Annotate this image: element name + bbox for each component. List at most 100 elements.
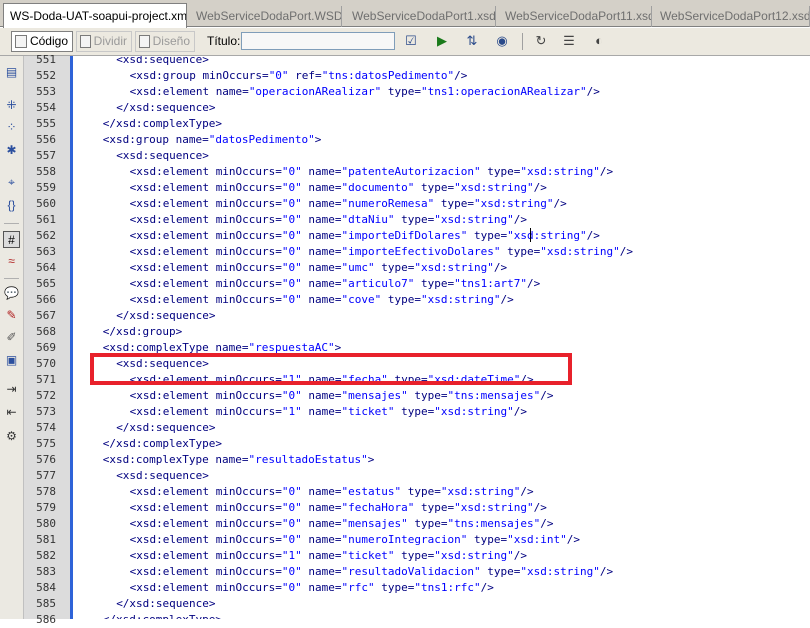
code-line[interactable]: <xsd:element minOccurs="0" name="patente…	[130, 164, 614, 180]
xml-tag: <xsd:complexType	[102, 453, 216, 466]
code-line[interactable]: <xsd:element minOccurs="1" name="ticket"…	[130, 404, 527, 420]
xml-tag: />	[527, 277, 541, 290]
code-line[interactable]: <xsd:element minOccurs="0" name="estatus…	[130, 484, 534, 500]
attribute-name: type=	[467, 533, 508, 546]
tab-webservicedodaport11-xsd[interactable]: WebServiceDodaPort11.xsd	[499, 6, 652, 27]
select-parent-tag-icon[interactable]: ⌖	[3, 174, 20, 191]
code-editor[interactable]: <xsd:sequence> <xsd:group minOccurs="0" r…	[76, 56, 810, 619]
code-line[interactable]: <xsd:group name="datosPedimento">	[103, 132, 322, 148]
code-line[interactable]: </xsd:complexType>	[103, 436, 222, 452]
outdent-code-icon[interactable]: ⇤	[3, 404, 20, 421]
design-view-button[interactable]: Diseño	[135, 31, 195, 52]
code-line[interactable]: <xsd:element minOccurs="0" name="resulta…	[130, 564, 614, 580]
xml-tag: <xsd:sequence>	[116, 56, 209, 66]
line-numbers-icon[interactable]: #	[3, 231, 20, 248]
code-line[interactable]: <xsd:element minOccurs="0" name="mensaje…	[130, 516, 554, 532]
code-view-button[interactable]: Código	[11, 31, 73, 52]
format-source-code-icon[interactable]: ⚙	[3, 428, 20, 445]
xml-tag: <xsd:element	[129, 405, 216, 418]
xml-tag: />	[533, 501, 547, 514]
balance-braces-icon[interactable]: {}	[3, 197, 20, 214]
open-documents-icon[interactable]: ▤	[3, 64, 20, 81]
visual-aids-icon[interactable]: ◐	[590, 33, 608, 49]
indent-code-icon[interactable]: ⇥	[3, 381, 20, 398]
line-number: 568	[36, 325, 56, 338]
xml-tag: <xsd:element	[129, 181, 216, 194]
attribute-name: name=	[301, 485, 342, 498]
attribute-value: "xsd:string"	[434, 405, 514, 418]
attribute-name: type=	[381, 293, 422, 306]
check-validate-icon[interactable]: ☑	[402, 33, 420, 49]
code-line[interactable]: <xsd:element minOccurs="0" name="umc" ty…	[130, 260, 508, 276]
wrap-tag-icon[interactable]: ✐	[3, 329, 20, 346]
text-cursor	[530, 228, 531, 242]
code-line[interactable]: <xsd:complexType name="resultadoEstatus"…	[103, 452, 375, 468]
title-input[interactable]	[241, 32, 395, 50]
code-line[interactable]: <xsd:element minOccurs="0" name="numeroR…	[130, 196, 567, 212]
xml-tag: </xsd:sequence>	[116, 421, 216, 434]
code-line[interactable]: <xsd:element minOccurs="0" name="articul…	[130, 276, 541, 292]
code-line[interactable]: <xsd:element minOccurs="0" name="importe…	[130, 244, 633, 260]
line-number: 556	[36, 133, 56, 146]
code-view-icon	[15, 35, 27, 48]
collapse-selection-icon[interactable]: ⁘	[3, 119, 20, 136]
attribute-name: name=	[301, 549, 342, 562]
code-line[interactable]: </xsd:complexType>	[103, 116, 222, 132]
code-line[interactable]: <xsd:element minOccurs="0" name="documen…	[130, 180, 547, 196]
recent-snippets-icon[interactable]: ▣	[3, 352, 20, 369]
preview-debug-icon[interactable]: ▶	[433, 33, 451, 49]
line-number: 582	[36, 549, 56, 562]
attribute-name: minOccurs=	[215, 565, 282, 578]
tab-webservicedodaport12-xsd[interactable]: WebServiceDodaPort12.xsd	[654, 6, 810, 27]
attribute-name: type=	[414, 181, 455, 194]
code-line[interactable]: </xsd:sequence>	[116, 420, 215, 436]
tab-webservicedodaport1-xsd[interactable]: WebServiceDodaPort1.xsd	[346, 6, 496, 27]
globe-browser-icon[interactable]: ◉	[493, 33, 511, 49]
view-options-icon[interactable]: ☰	[560, 33, 578, 49]
code-line[interactable]: <xsd:element minOccurs="0" name="rfc" ty…	[130, 580, 494, 596]
attribute-value: "1"	[281, 405, 302, 418]
code-line[interactable]: <xsd:sequence>	[116, 468, 209, 484]
split-view-button[interactable]: Dividir	[76, 31, 132, 52]
line-number: 555	[36, 117, 56, 130]
code-line[interactable]: <xsd:element minOccurs="0" name="fechaHo…	[130, 500, 547, 516]
code-line[interactable]: <xsd:element minOccurs="1" name="ticket"…	[130, 548, 527, 564]
attribute-name: minOccurs=	[215, 405, 282, 418]
attribute-value: "cove"	[341, 293, 382, 306]
attribute-value: "0"	[281, 213, 302, 226]
file-transfer-icon[interactable]: ⇅	[463, 33, 481, 49]
code-line[interactable]: <xsd:group minOccurs="0" ref="tns:datosP…	[130, 68, 468, 84]
code-fold-bar[interactable]	[70, 56, 73, 619]
refresh-icon[interactable]: ↻	[532, 33, 550, 49]
line-number: 573	[36, 405, 56, 418]
attribute-name: type=	[467, 229, 508, 242]
code-line[interactable]: </xsd:sequence>	[116, 308, 215, 324]
xml-tag: />	[553, 197, 567, 210]
code-line[interactable]: <xsd:element minOccurs="0" name="mensaje…	[130, 388, 554, 404]
collapse-tag-icon[interactable]: ⁜	[3, 97, 20, 114]
xml-tag: />	[533, 181, 547, 194]
xml-tag: />	[540, 517, 554, 530]
code-line[interactable]: </xsd:complexType>	[103, 612, 222, 619]
expand-all-icon[interactable]: ✱	[3, 142, 20, 159]
attribute-value: "articulo7"	[341, 277, 415, 290]
xml-tag: <xsd:element	[129, 517, 216, 530]
highlight-invalid-code-icon[interactable]: ≈	[3, 253, 20, 270]
tab-ws-doda-uat-soapui-project[interactable]: WS-Doda-UAT-soapui-project.xml	[3, 3, 187, 28]
design-view-label: Diseño	[152, 34, 190, 48]
code-line[interactable]: </xsd:sequence>	[116, 100, 215, 116]
code-line[interactable]: <xsd:element minOccurs="0" name="dtaNiu"…	[130, 212, 527, 228]
apply-comment-icon[interactable]: 💬	[3, 285, 20, 302]
code-line[interactable]: <xsd:sequence>	[116, 56, 209, 68]
code-line[interactable]: <xsd:element name="operacionARealizar" t…	[130, 84, 600, 100]
tab-webservicedodaport-wsdl[interactable]: WebServiceDodaPort.WSDL	[190, 6, 342, 27]
code-line[interactable]: <xsd:element minOccurs="0" name="cove" t…	[130, 292, 514, 308]
code-line[interactable]: </xsd:group>	[103, 324, 182, 340]
attribute-name: minOccurs=	[215, 245, 282, 258]
code-line[interactable]: </xsd:sequence>	[116, 596, 215, 612]
attribute-name: type=	[394, 405, 435, 418]
code-line[interactable]: <xsd:sequence>	[116, 148, 209, 164]
remove-comment-icon[interactable]: ✎	[3, 307, 20, 324]
attribute-value: "importeEfectivoDolares"	[341, 245, 501, 258]
code-line[interactable]: <xsd:element minOccurs="0" name="numeroI…	[130, 532, 580, 548]
